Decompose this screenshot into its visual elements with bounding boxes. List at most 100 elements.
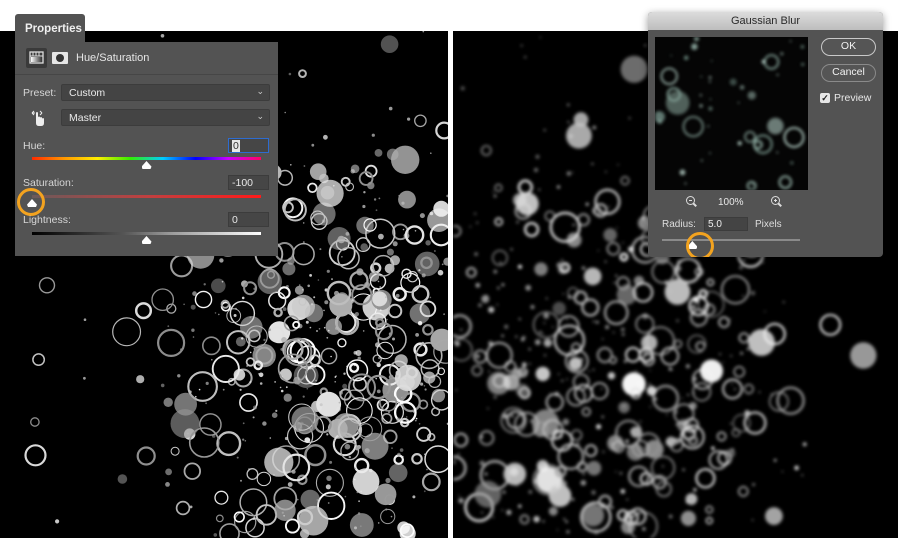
bubble [617, 163, 619, 166]
bubble [426, 468, 428, 471]
bubble [767, 117, 784, 135]
bubble [409, 303, 431, 324]
preview-label[interactable]: Preview [834, 92, 871, 104]
bubble [437, 269, 444, 276]
ok-button[interactable]: OK [821, 38, 876, 56]
bubble [684, 182, 687, 185]
cancel-button[interactable]: Cancel [821, 64, 876, 82]
bubble [421, 472, 441, 492]
bubble [211, 358, 213, 361]
bubble [211, 278, 226, 294]
lightness-input[interactable]: 0 [228, 212, 269, 227]
layer-mask-icon[interactable] [52, 52, 68, 64]
bubble [221, 280, 224, 283]
zoom-in-icon[interactable] [771, 196, 780, 205]
properties-tab[interactable]: Properties [15, 14, 85, 43]
bubble [334, 381, 337, 383]
bubble [516, 366, 518, 368]
bubble [405, 416, 408, 418]
bubble [743, 411, 767, 435]
lightness-slider-track[interactable] [32, 232, 261, 235]
bubble [574, 445, 576, 448]
bubble [707, 125, 710, 128]
bubble [379, 309, 382, 312]
bubble [781, 470, 784, 473]
bubble [497, 286, 500, 290]
bubble [608, 205, 611, 208]
bubble [292, 242, 315, 266]
bubble [360, 243, 369, 251]
bubble [136, 375, 145, 384]
bubble [516, 220, 519, 224]
bubble [305, 320, 309, 324]
saturation-value: -100 [232, 177, 254, 189]
bubble [407, 419, 410, 422]
bubble [628, 465, 650, 488]
bubble [219, 523, 240, 538]
bubble [776, 151, 779, 154]
channel-dropdown[interactable]: Master ⌄ [61, 109, 270, 126]
bubble [649, 405, 652, 408]
bubble [298, 505, 329, 536]
radius-input[interactable]: 5.0 [704, 217, 748, 231]
bubble [392, 286, 407, 302]
bubble [562, 418, 570, 426]
preset-dropdown[interactable]: Custom ⌄ [61, 84, 270, 101]
dialog-title: Gaussian Blur [648, 12, 883, 30]
bubble [474, 212, 477, 215]
bubble [386, 248, 394, 256]
bubble [194, 290, 213, 309]
bubble [520, 337, 525, 342]
bubble [721, 275, 750, 304]
radius-slider-track[interactable] [662, 239, 800, 241]
bubble [669, 514, 673, 519]
bubble [213, 533, 218, 537]
bubble [561, 379, 564, 382]
bubble [583, 267, 602, 286]
saturation-slider-track[interactable] [32, 195, 261, 198]
bubble [412, 495, 416, 499]
targeted-adjustment-hand-icon[interactable] [29, 109, 47, 132]
hue-input[interactable]: 0 [228, 138, 269, 153]
bubble [307, 182, 318, 194]
bubble [239, 388, 242, 391]
bubble [682, 116, 704, 138]
bubble [534, 262, 548, 276]
bubble [510, 414, 514, 418]
saturation-input[interactable]: -100 [228, 175, 269, 190]
bubble [291, 294, 315, 318]
bubble [378, 233, 384, 240]
hand-icon-glyph [31, 110, 44, 126]
bubble [707, 306, 710, 309]
bubble [588, 370, 590, 373]
bubble [160, 383, 165, 388]
bubble [325, 484, 331, 490]
preview-checkbox[interactable]: ✓ [820, 93, 830, 103]
bubble [737, 141, 742, 146]
bubble [746, 347, 749, 351]
bubble [271, 412, 278, 419]
bubble [446, 194, 448, 198]
blur-preview[interactable] [655, 37, 808, 190]
bubble [687, 393, 690, 396]
bubble [665, 91, 690, 115]
bubble [626, 498, 628, 501]
bubble [326, 269, 330, 273]
bubble [258, 372, 264, 378]
bubble [414, 114, 427, 128]
hue-saturation-adjustment-icon[interactable] [26, 48, 47, 68]
zoom-out-icon[interactable] [686, 196, 695, 205]
bubble [284, 436, 289, 441]
hue-slider-track[interactable] [32, 157, 261, 160]
bubble [700, 75, 703, 78]
bubble [726, 448, 736, 458]
bubble [374, 149, 383, 157]
bubble [248, 468, 250, 470]
bubble [198, 388, 201, 391]
bubble [753, 134, 773, 154]
bubble [313, 296, 316, 299]
bubble [390, 255, 400, 266]
bubble [361, 432, 389, 460]
bubble [752, 483, 755, 486]
bubble [460, 86, 465, 91]
